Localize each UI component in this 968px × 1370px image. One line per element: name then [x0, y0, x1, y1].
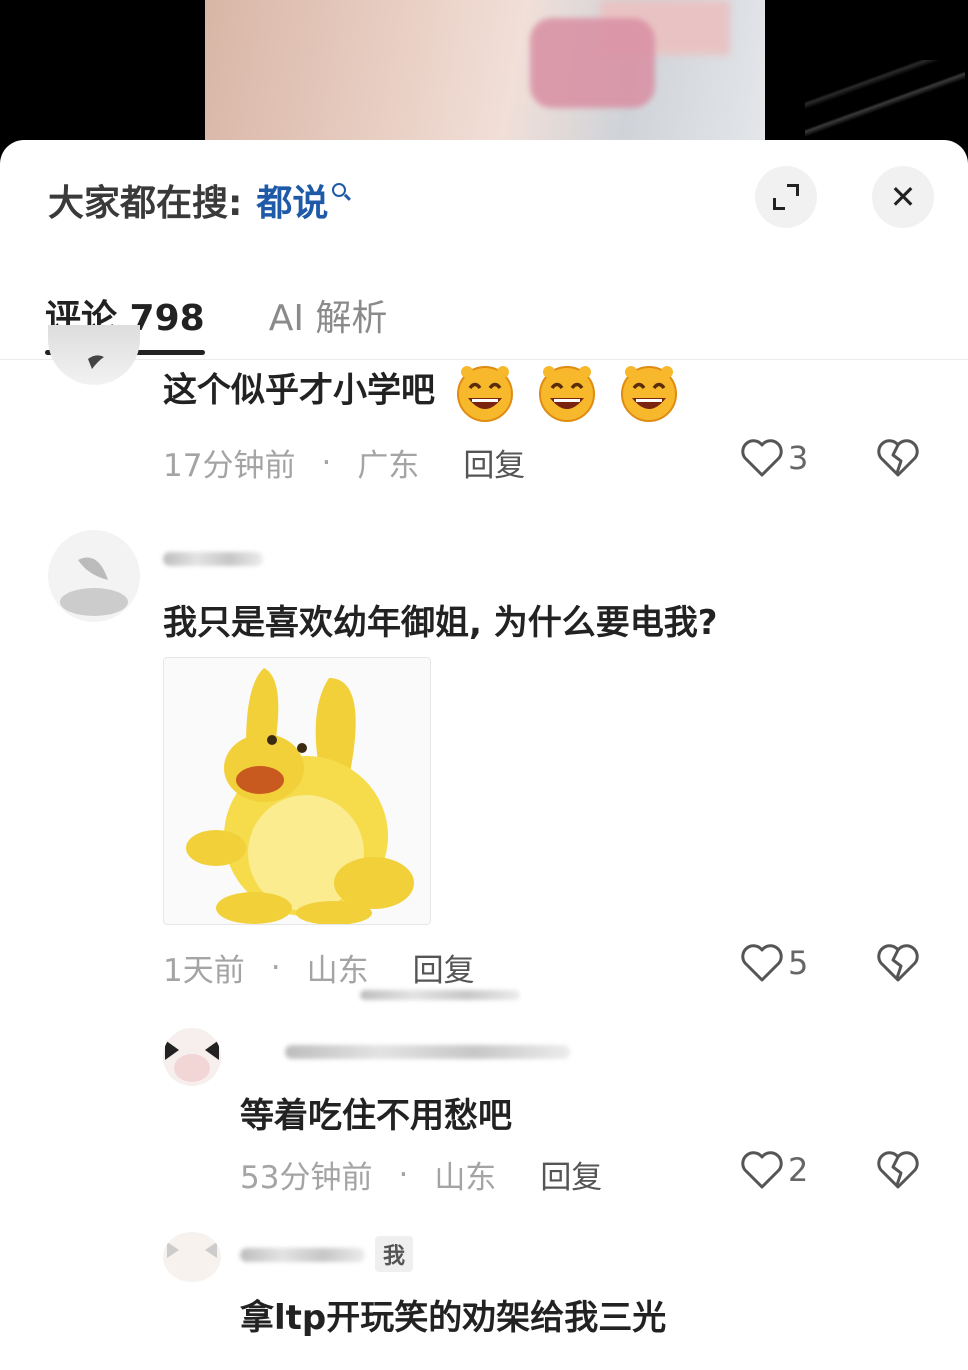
avatar-image — [165, 1040, 219, 1082]
comment-text-content: 这个似乎才小学吧 — [163, 370, 435, 411]
expand-icon — [773, 184, 799, 210]
comment-time: 53分钟前 — [240, 1160, 373, 1196]
avatar[interactable] — [163, 1232, 221, 1282]
trending-search[interactable]: 大家都在搜: 都说 — [48, 178, 347, 224]
comment-location: 广东 — [357, 448, 420, 484]
close-button[interactable]: ✕ — [872, 166, 934, 228]
expand-button[interactable] — [755, 166, 817, 228]
broken-heart-icon[interactable] — [876, 1150, 920, 1190]
grin-emoji-icon — [538, 366, 595, 422]
trending-search-term[interactable]: 都说 — [256, 174, 328, 226]
me-badge: 我 — [375, 1236, 414, 1272]
search-icon — [332, 183, 347, 197]
broken-heart-icon[interactable] — [876, 438, 920, 478]
comment-location: 山东 — [434, 1160, 497, 1196]
grin-emoji-icon — [456, 366, 513, 422]
comment-text: 等着吃住不用愁吧 — [240, 1096, 512, 1136]
tab-divider — [0, 359, 968, 360]
like-count: 2 — [788, 1151, 809, 1189]
like-button[interactable]: 2 — [740, 1150, 808, 1190]
like-count: 5 — [788, 944, 809, 982]
reply-button[interactable]: 回复 — [540, 1152, 602, 1197]
broken-heart-icon[interactable] — [876, 943, 920, 983]
blurred-artifact — [360, 990, 520, 1000]
comment-location: 山东 — [306, 953, 369, 989]
like-button[interactable]: 5 — [740, 943, 808, 983]
comment-text: 拿ltp开玩笑的劝架给我三光 — [240, 1298, 667, 1338]
avatar[interactable] — [48, 530, 140, 622]
avatar-image — [60, 557, 128, 616]
like-button[interactable]: 3 — [740, 438, 808, 478]
video-mosaic-region — [530, 18, 655, 108]
comment-time: 17分钟前 — [163, 448, 296, 484]
yellow-dog-sticker — [186, 668, 414, 924]
comment-meta: 17分钟前 · 广东 回复 — [163, 440, 525, 485]
close-icon: ✕ — [889, 178, 917, 216]
video-frame — [205, 0, 965, 150]
comment-meta: 53分钟前 · 山东 回复 — [240, 1152, 602, 1197]
meta-separator: · — [270, 949, 281, 986]
comment-time: 1天前 — [163, 953, 245, 989]
comment-sheet: 大家都在搜: 都说 ✕ 评论 798 AI 解析 这个似乎才小学吧 17分钟前 … — [0, 140, 968, 1370]
comment-text: 这个似乎才小学吧 — [163, 362, 681, 422]
avatar[interactable] — [163, 1028, 221, 1086]
trending-search-label: 大家都在搜: — [48, 183, 243, 224]
heart-outline-icon — [741, 439, 783, 477]
avatar[interactable] — [48, 325, 140, 385]
comment-sticker-image[interactable] — [163, 657, 431, 925]
grin-emoji-icon — [620, 366, 677, 422]
meta-separator: · — [398, 1156, 409, 1193]
username-blurred[interactable] — [240, 1248, 365, 1262]
comment-meta: 1天前 · 山东 回复 — [163, 945, 475, 990]
video-preview[interactable] — [0, 0, 968, 150]
reply-button[interactable]: 回复 — [463, 440, 525, 485]
username-blurred[interactable] — [285, 1045, 570, 1059]
meta-separator: · — [321, 444, 332, 481]
reply-button[interactable]: 回复 — [413, 945, 475, 990]
avatar-image — [88, 355, 104, 369]
comment-text: 我只是喜欢幼年御姐, 为什么要电我? — [163, 603, 718, 643]
tab-ai-analysis[interactable]: AI 解析 — [269, 289, 388, 341]
username-blurred[interactable] — [163, 552, 263, 566]
like-count: 3 — [788, 439, 809, 477]
bottom-fade — [0, 1340, 968, 1370]
heart-outline-icon — [741, 944, 783, 982]
video-detail — [805, 60, 965, 140]
heart-outline-icon — [741, 1151, 783, 1189]
avatar-image — [167, 1242, 217, 1258]
